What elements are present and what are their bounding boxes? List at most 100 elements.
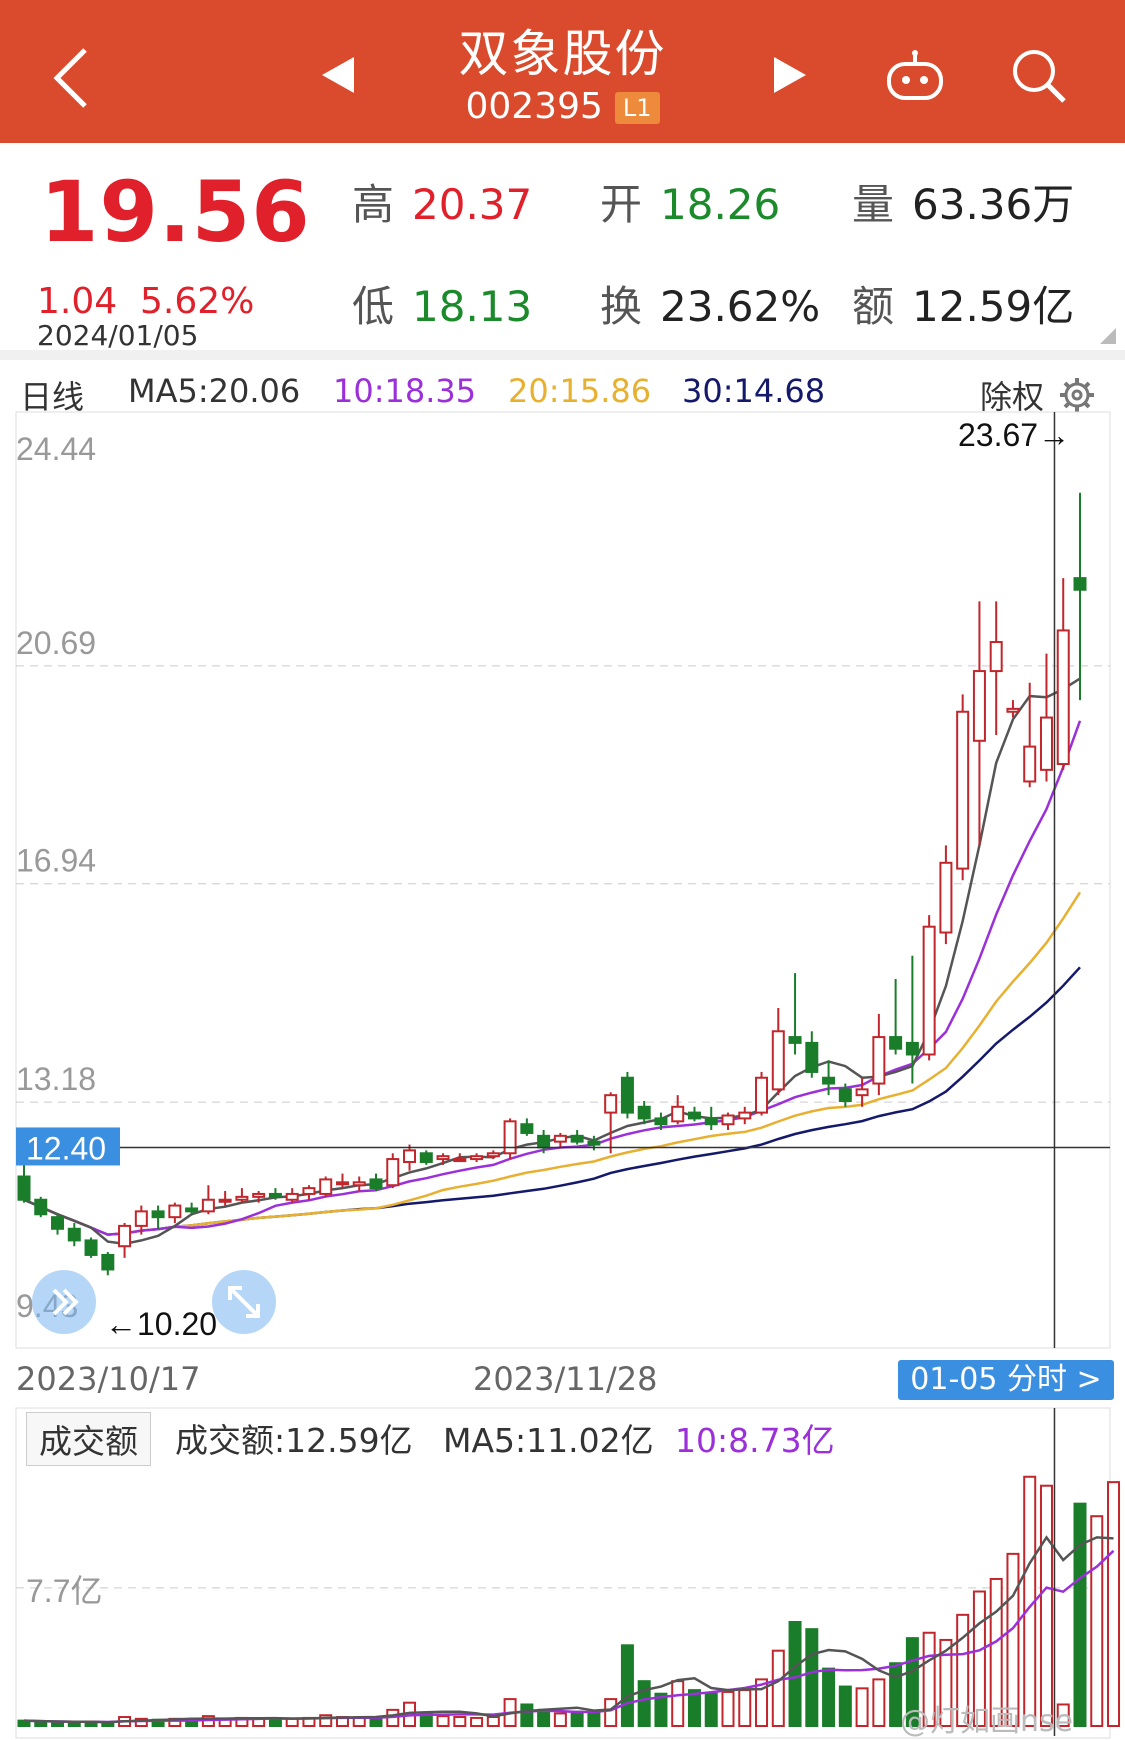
candle-body bbox=[687, 1111, 701, 1120]
candle-body bbox=[972, 670, 986, 742]
open-stat: 开 18.26 bbox=[600, 180, 781, 229]
volume-bar bbox=[721, 1690, 735, 1727]
kline-chart[interactable]: 24.4420.6916.9413.189.4312.4023.67→←10.2… bbox=[0, 410, 1125, 1355]
candle-body bbox=[134, 1210, 148, 1227]
volume-bar bbox=[520, 1703, 534, 1727]
level-badge: L1 bbox=[614, 92, 660, 124]
volume-bar bbox=[453, 1716, 467, 1728]
volume-bar bbox=[620, 1644, 634, 1727]
candle-body bbox=[637, 1105, 651, 1120]
candle-body bbox=[503, 1120, 517, 1155]
volume-bar bbox=[604, 1698, 618, 1728]
candle-body bbox=[1073, 577, 1087, 591]
max-price-label: 23.67→ bbox=[958, 417, 1070, 453]
y-tick-label: 13.18 bbox=[16, 1061, 96, 1097]
candle-body bbox=[620, 1076, 634, 1114]
last-price: 19.56 bbox=[40, 163, 311, 261]
candle-body bbox=[1006, 707, 1020, 713]
volume-bar bbox=[687, 1689, 701, 1728]
candle-body bbox=[738, 1111, 752, 1120]
candle-body bbox=[654, 1117, 668, 1126]
candle-body bbox=[436, 1155, 450, 1161]
candle-body bbox=[319, 1178, 333, 1195]
candle-body bbox=[352, 1181, 366, 1187]
candle-body bbox=[335, 1181, 349, 1186]
candle-body bbox=[386, 1158, 400, 1187]
gear-icon[interactable] bbox=[1058, 376, 1096, 414]
volume-bar bbox=[486, 1716, 500, 1728]
collapse-panel-button[interactable] bbox=[32, 1270, 96, 1334]
expand-corner-icon[interactable] bbox=[1100, 328, 1116, 344]
volume-chart[interactable]: 7.7亿 bbox=[0, 1406, 1125, 1739]
candle-body bbox=[302, 1187, 316, 1195]
ma5-line bbox=[23, 677, 1081, 1246]
candle-body bbox=[218, 1198, 232, 1203]
fullscreen-button[interactable] bbox=[212, 1270, 276, 1334]
candle-body bbox=[1039, 716, 1053, 771]
candle-body bbox=[822, 1076, 836, 1085]
candle-body bbox=[771, 1030, 785, 1091]
volume-bar bbox=[470, 1716, 484, 1727]
next-stock-button[interactable] bbox=[770, 55, 810, 95]
price-change-pct: 5.62% bbox=[140, 281, 255, 322]
candle-body bbox=[252, 1192, 266, 1198]
section-separator bbox=[0, 350, 1125, 360]
robot-icon bbox=[887, 50, 943, 100]
volume-bar bbox=[1090, 1515, 1104, 1727]
volume-bar bbox=[822, 1667, 836, 1728]
candle-body bbox=[889, 1036, 903, 1050]
volume-bar bbox=[51, 1721, 65, 1727]
y-tick-label: 24.44 bbox=[16, 431, 96, 467]
candle-body bbox=[1056, 629, 1070, 766]
search-button[interactable] bbox=[1008, 45, 1068, 105]
candle-body bbox=[67, 1227, 81, 1242]
candle-body bbox=[268, 1192, 282, 1198]
candle-body bbox=[805, 1041, 819, 1073]
volume-bar bbox=[838, 1685, 852, 1728]
volume-bar bbox=[553, 1712, 567, 1727]
candle-body bbox=[855, 1088, 869, 1097]
ma30-value: 30:14.68 bbox=[682, 372, 826, 410]
quote-panel: 19.56 1.04 5.62% 2024/01/05 高 20.37 开 18.2… bbox=[0, 143, 1125, 355]
volume-bar bbox=[587, 1712, 601, 1727]
candle-body bbox=[570, 1134, 584, 1143]
ma10-value: 10:18.35 bbox=[333, 372, 477, 410]
candle-body bbox=[989, 641, 1003, 673]
candle-body bbox=[788, 1036, 802, 1044]
stock-code: 002395 bbox=[465, 86, 603, 127]
search-icon bbox=[1013, 50, 1066, 103]
candle-body bbox=[51, 1216, 65, 1230]
candle-body bbox=[486, 1152, 500, 1158]
volume-bar bbox=[268, 1717, 282, 1727]
candle-body bbox=[185, 1207, 199, 1213]
y-tick-label: 16.94 bbox=[16, 843, 96, 879]
candle-body bbox=[403, 1149, 417, 1163]
ma5-value: MA5:20.06 bbox=[128, 372, 301, 410]
candle-body bbox=[755, 1076, 769, 1114]
high-stat: 高 20.37 bbox=[352, 180, 533, 229]
candle-body bbox=[939, 861, 953, 934]
low-stat: 低 18.13 bbox=[352, 282, 533, 331]
volume-bar bbox=[436, 1715, 450, 1728]
crosshair-price-label: 12.40 bbox=[26, 1130, 106, 1166]
candle-body bbox=[470, 1155, 484, 1161]
ma30-line bbox=[23, 966, 1081, 1236]
candle-body bbox=[587, 1140, 601, 1146]
candle-body bbox=[1023, 745, 1037, 783]
candle-body bbox=[922, 925, 936, 1056]
volume-bar bbox=[671, 1680, 685, 1728]
volume-bar bbox=[1073, 1502, 1087, 1728]
candle-body bbox=[520, 1123, 534, 1134]
candle-body bbox=[168, 1204, 182, 1219]
x-label-mid: 2023/11/28 bbox=[473, 1360, 658, 1398]
volume-bar bbox=[352, 1716, 366, 1727]
expand-arrows-icon bbox=[228, 1286, 260, 1318]
robot-button[interactable] bbox=[885, 48, 945, 103]
volume-bar bbox=[872, 1678, 886, 1727]
candle-body bbox=[872, 1036, 886, 1085]
volume-bar bbox=[537, 1708, 551, 1727]
candle-body bbox=[553, 1134, 567, 1143]
intraday-button[interactable]: 01-05 分时 > bbox=[898, 1360, 1114, 1400]
candle-body bbox=[34, 1198, 48, 1216]
candle-body bbox=[118, 1224, 132, 1248]
